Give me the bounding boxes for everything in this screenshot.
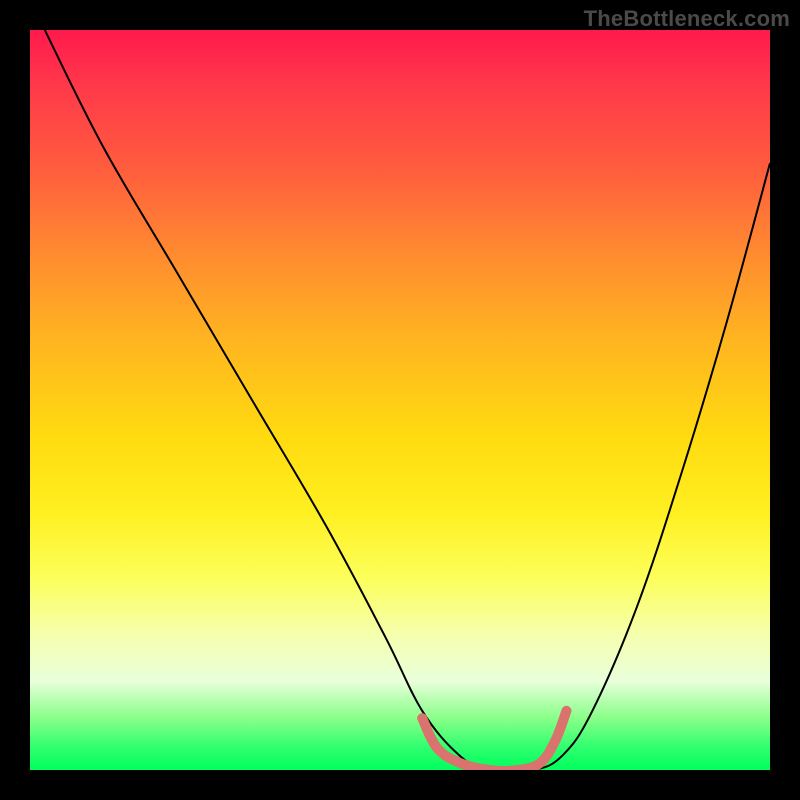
chart-frame: TheBottleneck.com (0, 0, 800, 800)
watermark-text: TheBottleneck.com (584, 6, 790, 32)
curve-layer (30, 30, 770, 770)
plot-area (30, 30, 770, 770)
bottleneck-curve (45, 30, 770, 770)
